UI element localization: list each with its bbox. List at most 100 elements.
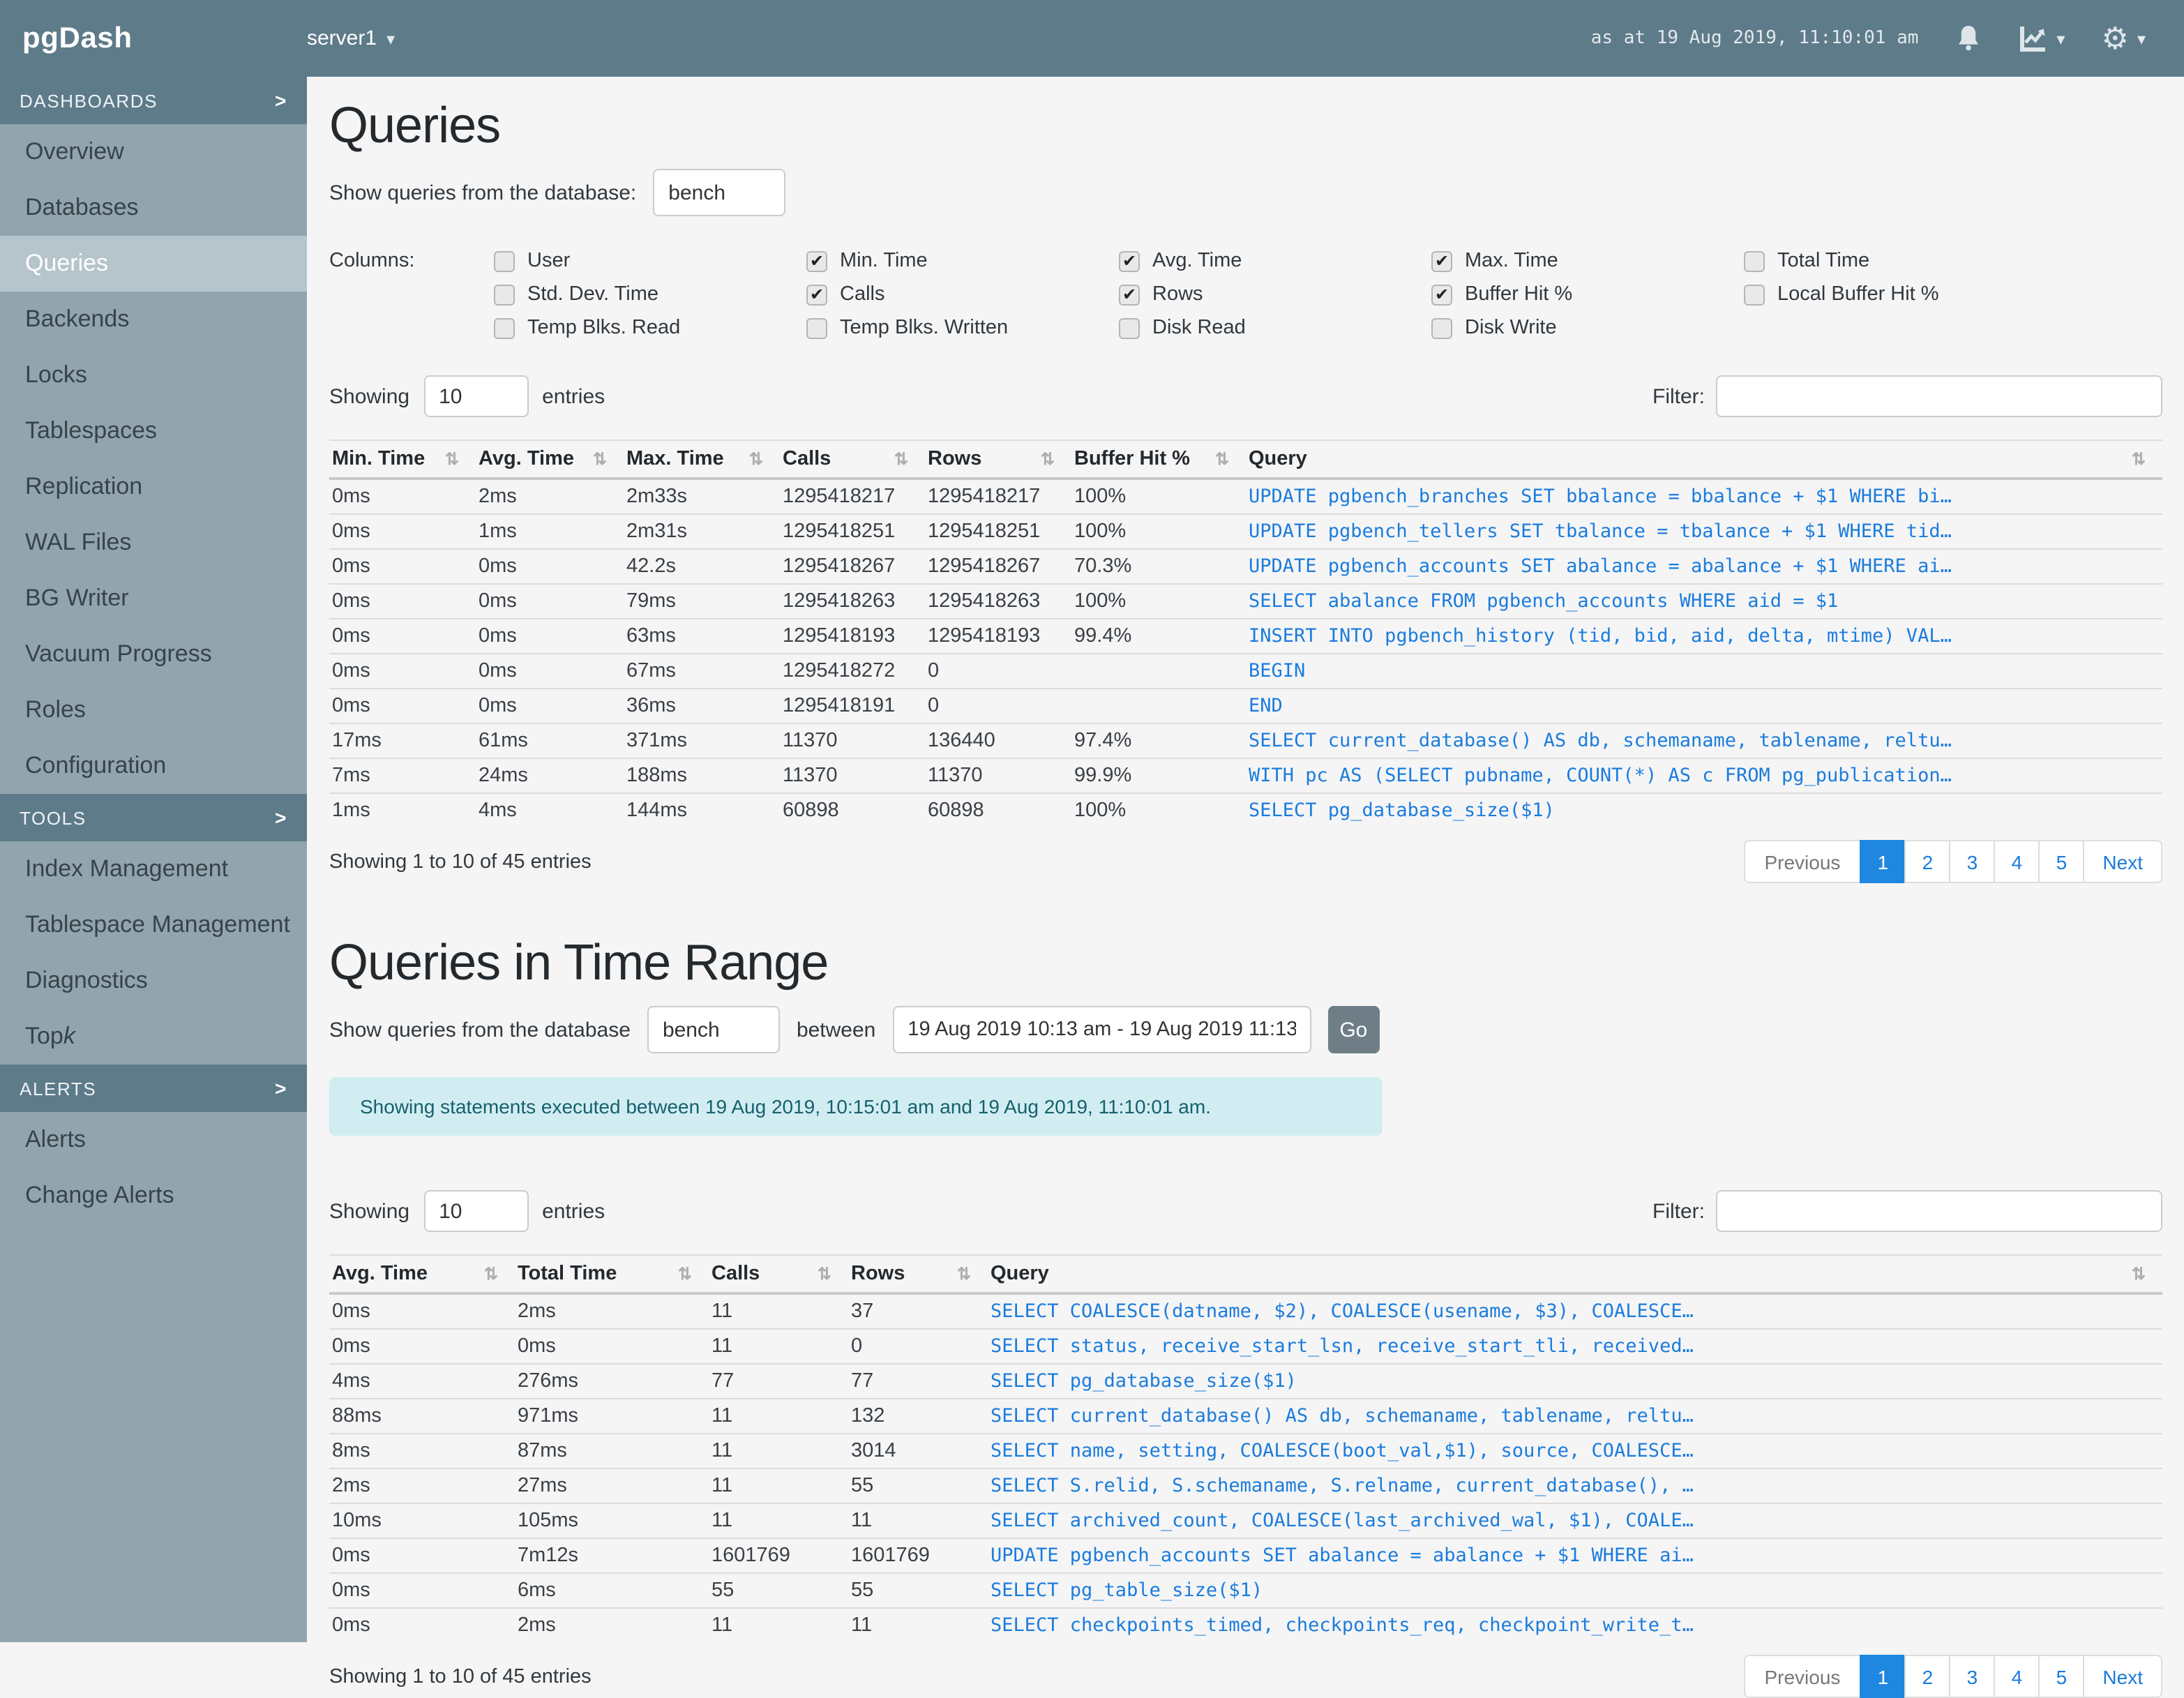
- checkbox-option-temp-blks-written[interactable]: Temp Blks. Written: [806, 317, 1119, 339]
- sidebar-item-index-management[interactable]: Index Management: [0, 841, 307, 897]
- checkbox-calls[interactable]: ✔: [806, 284, 827, 305]
- query-link[interactable]: SELECT COALESCE(datname, $2), COALESCE(u…: [988, 1293, 2162, 1329]
- pagination-page-2[interactable]: 2: [1904, 840, 1951, 883]
- checkbox-disk-write[interactable]: [1431, 317, 1452, 338]
- pagination-next[interactable]: Next: [2083, 1655, 2162, 1698]
- query-link[interactable]: SELECT name, setting, COALESCE(boot_val,…: [988, 1433, 2162, 1468]
- checkbox-max-time[interactable]: ✔: [1431, 250, 1452, 271]
- column-header-query[interactable]: Query ⇅: [988, 1254, 2162, 1295]
- sort-icon[interactable]: ⇅: [818, 1264, 840, 1284]
- sort-icon[interactable]: ⇅: [2132, 1264, 2154, 1284]
- pagination-previous[interactable]: Previous: [1743, 840, 1862, 883]
- column-header-total-time[interactable]: Total Time ⇅: [515, 1254, 709, 1295]
- column-header-calls[interactable]: Calls ⇅: [709, 1254, 848, 1295]
- checkbox-option-disk-write[interactable]: Disk Write: [1431, 317, 1744, 339]
- sidebar-item-diagnostics[interactable]: Diagnostics: [0, 953, 307, 1009]
- sidebar-item-databases[interactable]: Databases: [0, 180, 307, 236]
- pagination-page-3[interactable]: 3: [1949, 1655, 1996, 1698]
- column-header-query[interactable]: Query ⇅: [1246, 439, 2162, 480]
- sidebar-item-replication[interactable]: Replication: [0, 459, 307, 515]
- sidebar-item-alerts[interactable]: Alerts: [0, 1112, 307, 1168]
- database-input[interactable]: [653, 169, 786, 216]
- checkbox-option-std-dev-time[interactable]: Std. Dev. Time: [494, 283, 806, 306]
- sort-icon[interactable]: ⇅: [484, 1264, 506, 1284]
- sidebar-item-queries[interactable]: Queries: [0, 236, 307, 292]
- sidebar-item-backends[interactable]: Backends: [0, 292, 307, 347]
- date-range-input[interactable]: [892, 1006, 1311, 1053]
- sidebar-item-tablespace-management[interactable]: Tablespace Management: [0, 897, 307, 953]
- checkbox-option-max-time[interactable]: ✔ Max. Time: [1431, 250, 1744, 272]
- column-header-buffer-hit[interactable]: Buffer Hit % ⇅: [1071, 439, 1246, 480]
- checkbox-option-temp-blks-read[interactable]: Temp Blks. Read: [494, 317, 806, 339]
- sidebar-item-bg-writer[interactable]: BG Writer: [0, 571, 307, 626]
- sidebar-item-overview[interactable]: Overview: [0, 124, 307, 180]
- settings-menu-button[interactable]: ⚙ ▾: [2101, 22, 2146, 53]
- query-link[interactable]: SELECT pg_database_size($1): [1246, 792, 2162, 827]
- sidebar-item-locks[interactable]: Locks: [0, 347, 307, 403]
- checkbox-total-time[interactable]: [1744, 250, 1765, 271]
- query-link[interactable]: SELECT archived_count, COALESCE(last_arc…: [988, 1503, 2162, 1538]
- go-button[interactable]: Go: [1327, 1006, 1380, 1053]
- query-link[interactable]: INSERT INTO pgbench_history (tid, bid, a…: [1246, 618, 2162, 654]
- sort-icon[interactable]: ⇅: [2132, 449, 2154, 469]
- filter-input-2[interactable]: [1716, 1190, 2162, 1232]
- query-link[interactable]: UPDATE pgbench_tellers SET tbalance = tb…: [1246, 513, 2162, 549]
- sidebar-item-top-k[interactable]: Top k: [0, 1009, 307, 1065]
- sidebar-item-wal-files[interactable]: WAL Files: [0, 515, 307, 571]
- sort-icon[interactable]: ⇅: [957, 1264, 979, 1284]
- query-link[interactable]: SELECT checkpoints_timed, checkpoints_re…: [988, 1607, 2162, 1642]
- column-header-avg-time[interactable]: Avg. Time ⇅: [476, 439, 624, 480]
- sidebar-item-roles[interactable]: Roles: [0, 682, 307, 738]
- filter-input[interactable]: [1716, 375, 2162, 417]
- checkbox-option-total-time[interactable]: Total Time: [1744, 250, 2056, 272]
- checkbox-option-disk-read[interactable]: Disk Read: [1119, 317, 1431, 339]
- pagination-page-5[interactable]: 5: [2038, 1655, 2085, 1698]
- checkbox-std-dev-time[interactable]: [494, 284, 515, 305]
- query-link[interactable]: BEGIN: [1246, 653, 2162, 689]
- sidebar-item-configuration[interactable]: Configuration: [0, 738, 307, 794]
- sidebar-item-tablespaces[interactable]: Tablespaces: [0, 403, 307, 459]
- pagination-page-4[interactable]: 4: [1994, 840, 2040, 883]
- sort-icon[interactable]: ⇅: [1041, 449, 1063, 469]
- sort-icon[interactable]: ⇅: [593, 449, 615, 469]
- checkbox-temp-blks-written[interactable]: [806, 317, 827, 338]
- column-header-max-time[interactable]: Max. Time ⇅: [624, 439, 780, 480]
- checkbox-temp-blks-read[interactable]: [494, 317, 515, 338]
- query-link[interactable]: UPDATE pgbench_branches SET bbalance = b…: [1246, 479, 2162, 514]
- checkbox-rows[interactable]: ✔: [1119, 284, 1140, 305]
- checkbox-avg-time[interactable]: ✔: [1119, 250, 1140, 271]
- sort-icon[interactable]: ⇅: [445, 449, 467, 469]
- checkbox-disk-read[interactable]: [1119, 317, 1140, 338]
- query-link[interactable]: SELECT S.relid, S.schemaname, S.relname,…: [988, 1468, 2162, 1503]
- pagination-page-2[interactable]: 2: [1904, 1655, 1951, 1698]
- column-header-rows[interactable]: Rows ⇅: [848, 1254, 988, 1295]
- checkbox-option-buffer-hit[interactable]: ✔ Buffer Hit %: [1431, 283, 1744, 306]
- timerange-database-input[interactable]: [647, 1006, 780, 1053]
- sort-icon[interactable]: ⇅: [749, 449, 771, 469]
- sort-icon[interactable]: ⇅: [1215, 449, 1237, 469]
- query-link[interactable]: SELECT status, receive_start_lsn, receiv…: [988, 1328, 2162, 1364]
- checkbox-option-rows[interactable]: ✔ Rows: [1119, 283, 1431, 306]
- sidebar-item-vacuum-progress[interactable]: Vacuum Progress: [0, 626, 307, 682]
- query-link[interactable]: END: [1246, 688, 2162, 723]
- sidebar-section-tools[interactable]: TOOLS >: [0, 794, 307, 841]
- pagination-page-1[interactable]: 1: [1860, 840, 1906, 883]
- checkbox-option-avg-time[interactable]: ✔ Avg. Time: [1119, 250, 1431, 272]
- column-header-min-time[interactable]: Min. Time ⇅: [329, 439, 476, 480]
- query-link[interactable]: UPDATE pgbench_accounts SET abalance = a…: [1246, 548, 2162, 584]
- sort-icon[interactable]: ⇅: [678, 1264, 700, 1284]
- column-header-rows[interactable]: Rows ⇅: [925, 439, 1071, 480]
- server-selector[interactable]: server1 ▾: [307, 27, 395, 50]
- query-link[interactable]: SELECT current_database() AS db, scheman…: [1246, 723, 2162, 758]
- checkbox-option-calls[interactable]: ✔ Calls: [806, 283, 1119, 306]
- column-header-calls[interactable]: Calls ⇅: [780, 439, 925, 480]
- pagination-page-3[interactable]: 3: [1949, 840, 1996, 883]
- checkbox-buffer-hit[interactable]: ✔: [1431, 284, 1452, 305]
- query-link[interactable]: WITH pc AS (SELECT pubname, COUNT(*) AS …: [1246, 758, 2162, 793]
- pagination-next[interactable]: Next: [2083, 840, 2162, 883]
- sidebar-section-alerts[interactable]: ALERTS >: [0, 1065, 307, 1112]
- sidebar-item-change-alerts[interactable]: Change Alerts: [0, 1168, 307, 1224]
- pagination-page-1[interactable]: 1: [1860, 1655, 1906, 1698]
- query-link[interactable]: SELECT pg_table_size($1): [988, 1572, 2162, 1608]
- pagination-page-4[interactable]: 4: [1994, 1655, 2040, 1698]
